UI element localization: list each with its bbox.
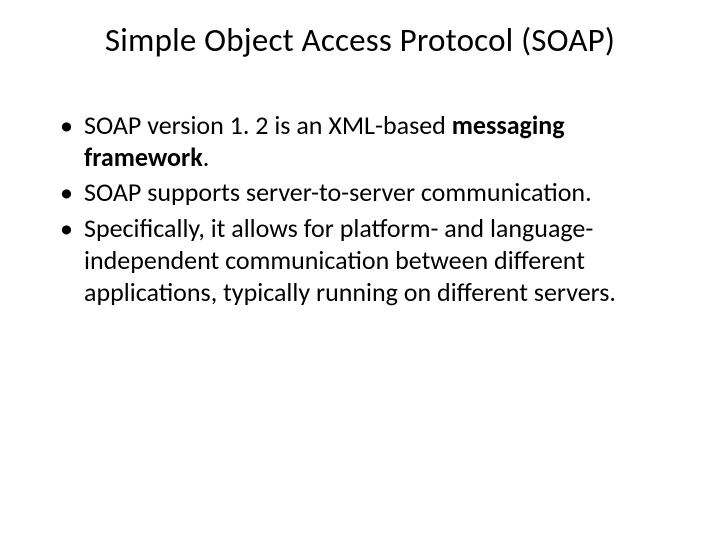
bullet-text: SOAP supports server-to-server communica…	[84, 176, 592, 208]
bullet-list: SOAP version 1. 2 is an XML-based messag…	[40, 110, 680, 308]
slide-title: Simple Object Access Protocol (SOAP)	[40, 20, 680, 60]
bullet-item: Specifically, it allows for platform- an…	[60, 213, 680, 308]
bullet-text-prefix: SOAP version 1. 2 is an XML-based	[84, 109, 452, 141]
bullet-text-suffix: .	[203, 141, 210, 173]
bullet-text: Specifically, it allows for platform- an…	[84, 212, 616, 307]
bullet-item: SOAP supports server-to-server communica…	[60, 177, 680, 209]
bullet-item: SOAP version 1. 2 is an XML-based messag…	[60, 110, 680, 173]
